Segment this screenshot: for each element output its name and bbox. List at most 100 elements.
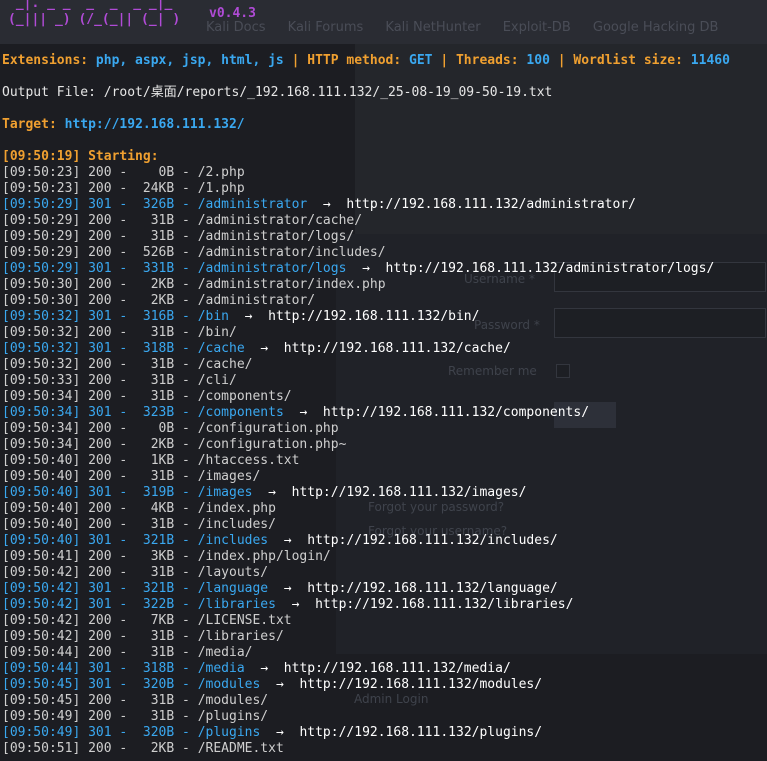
result-status: 301 — [88, 485, 112, 500]
logo-art-line-2: (_||| _) (/_(_|| (_| ) — [8, 12, 181, 27]
result-row: [09:50:49] 200 - 31B - /plugins/ — [2, 709, 269, 724]
result-status: 301 — [88, 597, 112, 612]
result-status: 301 — [88, 677, 112, 692]
threads-value: 100 — [526, 53, 550, 68]
result-status: 200 — [88, 373, 112, 388]
result-status: 301 — [88, 309, 112, 324]
result-redirect-url: http://192.168.111.132/images/ — [291, 485, 527, 500]
result-redirect-url: http://192.168.111.132/includes/ — [307, 533, 558, 548]
result-time: [09:50:42] — [2, 629, 81, 644]
result-size: 0B — [158, 421, 175, 436]
result-status: 200 — [88, 165, 112, 180]
result-time: [09:50:23] — [2, 165, 81, 180]
result-row: [09:50:40] 301 - 319B - /images → http:/… — [2, 485, 527, 500]
result-size: 321B — [142, 581, 175, 596]
result-row: [09:50:34] 301 - 323B - /components → ht… — [2, 405, 590, 420]
result-row: [09:50:40] 301 - 321B - /includes → http… — [2, 533, 558, 548]
result-size: 318B — [142, 341, 175, 356]
result-status: 200 — [88, 437, 112, 452]
result-time: [09:50:29] — [2, 197, 81, 212]
result-row: [09:50:32] 200 - 31B - /cache/ — [2, 357, 253, 372]
result-path: /images — [197, 485, 253, 500]
redirect-arrow-icon: → — [291, 597, 300, 612]
result-path: /plugins/ — [197, 709, 269, 724]
result-row: [09:50:34] 200 - 31B - /components/ — [2, 389, 292, 404]
redirect-arrow-icon: → — [275, 725, 284, 740]
result-time: [09:50:40] — [2, 469, 81, 484]
result-size: 2KB — [150, 437, 175, 452]
result-time: [09:50:29] — [2, 213, 81, 228]
result-status: 301 — [88, 197, 112, 212]
redirect-arrow-icon: → — [299, 405, 308, 420]
result-row: [09:50:34] 200 - 0B - /configuration.php — [2, 421, 339, 436]
redirect-arrow-icon: → — [275, 677, 284, 692]
result-row: [09:50:40] 200 - 1KB - /htaccess.txt — [2, 453, 300, 468]
result-row: [09:50:29] 200 - 31B - /administrator/ca… — [2, 213, 363, 228]
result-time: [09:50:29] — [2, 229, 81, 244]
result-size: 319B — [142, 485, 175, 500]
result-row: [09:50:32] 301 - 318B - /cache → http://… — [2, 341, 511, 356]
result-time: [09:50:29] — [2, 261, 81, 276]
redirect-arrow-icon: → — [268, 485, 276, 500]
result-time: [09:50:32] — [2, 325, 81, 340]
starting-line: [09:50:19] Starting: — [2, 149, 159, 164]
header-separator: | — [440, 53, 449, 68]
extensions-value: php, aspx, jsp, html, js — [95, 53, 284, 68]
result-size: 321B — [142, 533, 175, 548]
result-size: 1KB — [150, 453, 175, 468]
result-size: 31B — [150, 709, 175, 724]
result-path: /administrator/index.php — [197, 277, 386, 292]
result-status: 200 — [88, 213, 112, 228]
version-label: v0.4.3 — [209, 6, 256, 21]
redirect-arrow-icon: → — [283, 581, 292, 596]
result-path: /images/ — [197, 469, 261, 484]
result-time: [09:50:40] — [2, 533, 81, 548]
header-separator: | — [291, 53, 300, 68]
result-row: [09:50:23] 200 - 24KB - /1.php — [2, 181, 245, 196]
method-label: HTTP method: — [307, 53, 402, 68]
result-status: 200 — [88, 229, 112, 244]
result-row: [09:50:32] 200 - 31B - /bin/ — [2, 325, 237, 340]
result-row: [09:50:44] 301 - 318B - /media → http://… — [2, 661, 511, 676]
result-status: 200 — [88, 629, 112, 644]
result-path: /components — [197, 405, 284, 420]
extensions-label: Extensions: — [2, 53, 89, 68]
result-row: [09:50:45] 200 - 31B - /modules/ — [2, 693, 269, 708]
result-row: [09:50:29] 200 - 526B - /administrator/i… — [2, 245, 386, 260]
result-path: /modules/ — [197, 693, 269, 708]
result-status: 301 — [88, 725, 112, 740]
result-path: /includes — [197, 533, 269, 548]
result-time: [09:50:32] — [2, 357, 81, 372]
result-row: [09:50:42] 200 - 7KB - /LICENSE.txt — [2, 613, 292, 628]
result-row: [09:50:23] 200 - 0B - /2.php — [2, 165, 245, 180]
result-status: 301 — [88, 261, 112, 276]
result-size: 31B — [150, 389, 175, 404]
result-path: /cli/ — [197, 373, 237, 388]
result-status: 200 — [88, 245, 112, 260]
result-path: /media/ — [197, 645, 253, 660]
result-status: 200 — [88, 501, 112, 516]
result-row: [09:50:40] 200 - 4KB - /index.php — [2, 501, 276, 516]
result-size: 318B — [142, 661, 175, 676]
result-redirect-url: http://192.168.111.132/administrator/ — [346, 197, 636, 212]
result-time: [09:50:23] — [2, 181, 81, 196]
result-size: 31B — [150, 213, 175, 228]
result-time: [09:50:40] — [2, 453, 81, 468]
result-path: /administrator/cache/ — [197, 213, 363, 228]
redirect-arrow-icon: → — [260, 341, 269, 356]
result-time: [09:50:51] — [2, 741, 81, 756]
result-path: /htaccess.txt — [197, 453, 300, 468]
target-line: Target: http://192.168.111.132/ — [2, 117, 245, 133]
result-row: [09:50:44] 200 - 31B - /media/ — [2, 645, 253, 660]
result-time: [09:50:30] — [2, 277, 81, 292]
result-redirect-url: http://192.168.111.132/cache/ — [283, 341, 511, 356]
output-file-line: Output File: /root/桌面/reports/_192.168.1… — [2, 85, 553, 100]
threads-label: Threads: — [455, 53, 519, 68]
result-path: /LICENSE.txt — [197, 613, 292, 628]
result-time: [09:50:45] — [2, 677, 81, 692]
result-path: /index.php — [197, 501, 276, 516]
result-path: /cache — [197, 341, 245, 356]
result-status: 200 — [88, 293, 112, 308]
result-size: 2KB — [150, 741, 175, 756]
result-time: [09:50:34] — [2, 405, 81, 420]
